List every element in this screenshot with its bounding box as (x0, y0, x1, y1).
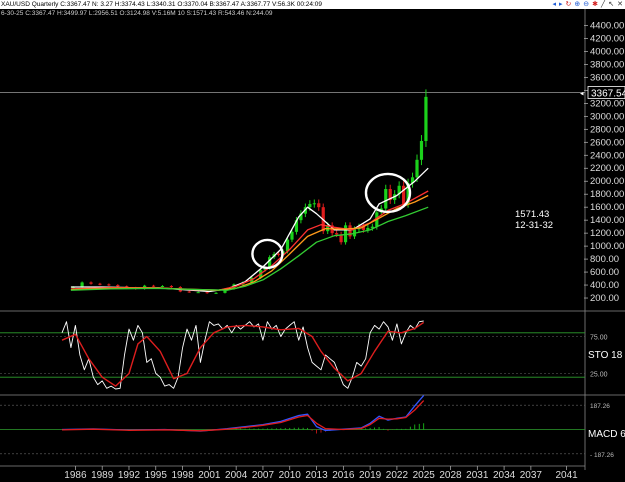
candle-body (276, 253, 281, 255)
candle-body (335, 233, 339, 235)
y-tick-label: 600.00 (590, 267, 619, 278)
y-tick-label: 1400.00 (590, 215, 624, 226)
y-tick-label: 2400.00 (590, 150, 624, 161)
x-tick-label: 2025 (413, 470, 436, 481)
candle-body (205, 292, 209, 294)
x-tick-label: 2016 (332, 470, 355, 481)
candle-body (89, 282, 93, 284)
x-tick-label: 1995 (145, 470, 168, 481)
x-tick-label: 2019 (359, 470, 382, 481)
macd-label: MACD 6 (588, 429, 625, 440)
x-tick-label: 2004 (225, 470, 248, 481)
candle-body (308, 203, 312, 208)
candle-body (160, 286, 165, 288)
price-chart[interactable]: 200.00 400.00 600.00 800.00 1000.00 1200.00 14… (0, 0, 625, 482)
ma_orange-line (70, 194, 429, 291)
candle-body (80, 282, 84, 287)
stoch_d-line (61, 321, 425, 387)
y-tick-label: 3600.00 (590, 72, 624, 83)
sto-label: STO 18 (588, 350, 623, 361)
x-tick-label: 2031 (466, 470, 489, 481)
y-tick-label: 1200.00 (590, 228, 624, 239)
candle-body (187, 291, 191, 293)
x-tick-label: 1998 (171, 470, 194, 481)
x-tick-label: 2013 (305, 470, 328, 481)
y-tick-label: 3000.00 (590, 111, 624, 122)
x-tick-label: 1989 (91, 470, 114, 481)
ma_mid-line (70, 190, 429, 291)
last-price-arrow: ◂ (580, 90, 584, 97)
x-tick-label: 2022 (386, 470, 409, 481)
y-tick-label: 3200.00 (590, 98, 624, 109)
macd-tick-label: - 187.26 (590, 452, 614, 459)
y-tick-label: 800.00 (590, 254, 619, 265)
x-tick-label: 1986 (64, 470, 87, 481)
candle-body (424, 96, 428, 141)
annotation-date: 12-31-32 (515, 220, 553, 231)
candle-body (214, 292, 218, 294)
candle-body (384, 189, 388, 209)
highlight-circle (251, 238, 284, 270)
last-price-label: 3367.54 (591, 88, 625, 99)
stoch_k-line (61, 320, 424, 390)
y-tick-label: 4000.00 (590, 46, 624, 57)
candle-body (415, 159, 419, 178)
x-tick-label: 2001 (198, 470, 221, 481)
candle-body (196, 292, 200, 294)
y-tick-label: 200.00 (590, 293, 619, 304)
y-tick-label: 3800.00 (590, 59, 624, 70)
candle-body (317, 203, 321, 208)
x-tick-label: 2010 (279, 470, 302, 481)
y-tick-label: 2800.00 (590, 124, 624, 135)
y-tick-label: 1600.00 (590, 202, 624, 213)
candle-body (116, 285, 120, 287)
y-tick-label: 4400.00 (590, 20, 624, 31)
x-tick-label: 2037 (520, 470, 543, 481)
sto-tick-label: 75.00 (590, 335, 608, 342)
y-tick-label: 2200.00 (590, 163, 624, 174)
y-tick-label: 2600.00 (590, 137, 624, 148)
candle-body (98, 283, 102, 285)
candle-body (312, 203, 316, 205)
macd-tick-label: 187.26 (590, 403, 610, 410)
y-tick-label: 1000.00 (590, 241, 624, 252)
y-tick-label: 4200.00 (590, 33, 624, 44)
x-tick-label: 2028 (439, 470, 462, 481)
x-tick-label: 2041 (555, 470, 578, 481)
sto-tick-label: 25.00 (590, 372, 608, 379)
x-tick-label: 2034 (493, 470, 516, 481)
y-tick-label: 1800.00 (590, 189, 624, 200)
candle-body (107, 284, 111, 286)
macd-line (61, 394, 425, 432)
annotation-value: 1571.43 (515, 209, 549, 220)
y-tick-label: 2000.00 (590, 176, 624, 187)
y-tick-label: 400.00 (590, 280, 619, 291)
x-tick-label: 1992 (118, 470, 141, 481)
ma_fast-line (70, 167, 429, 293)
candle-body (151, 285, 156, 287)
candle-body (169, 286, 174, 288)
candle-body (290, 231, 294, 240)
x-tick-label: 2007 (252, 470, 275, 481)
candle-body (419, 140, 424, 160)
